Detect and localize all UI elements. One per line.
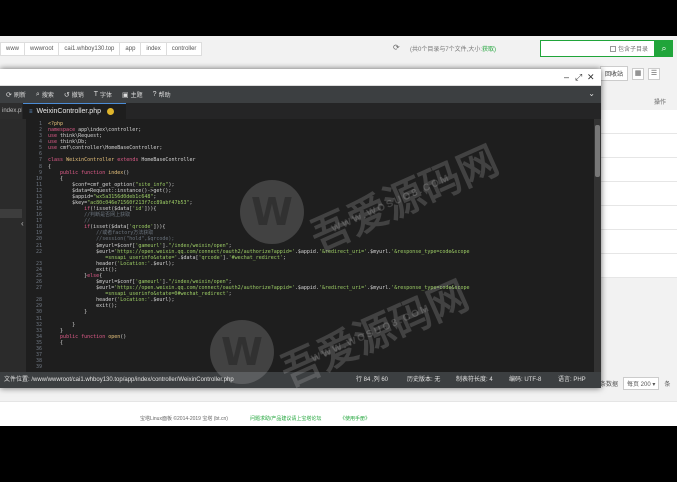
list-item[interactable] [0,155,22,164]
dialog-titlebar: – ⤢ ✕ [0,69,601,86]
code-editor[interactable]: 1 2 3 4 5 6 7 8 9 10 11 12 13 14 15 16 17 18 19 20 21 22 23 24 2… [26,119,594,372]
toolbar-search-button[interactable]: ⌕ 搜索 [35,90,54,100]
php-file-icon: ≡ [29,108,33,115]
online-editor-dialog: – ⤢ ✕ ⟳刷新⌕搜索↺撤销T字体▣主题?帮助 ⌄ index.php ≡ W… [0,69,601,388]
table-row[interactable] [600,110,677,134]
close-icon[interactable]: ✕ [587,71,595,83]
undo-icon: ↺ [63,91,70,99]
footer: 宝塔Linux面板 ©2014-2019 宝塔 (bt.cn) 问题求助/产品建… [0,401,677,426]
toolbar-help-button[interactable]: ? 帮助 [153,90,171,99]
tab-weixincontroller[interactable]: ≡ WeixinController.php [23,103,126,119]
list-item[interactable] [0,209,22,218]
toolbar-label: 刷新 [13,93,26,99]
list-item[interactable] [0,164,22,173]
tab-label: WeixinController.php [36,107,101,115]
manual-link[interactable]: 《使用手册》 [340,415,370,422]
theme-icon: ▣ [122,91,129,99]
maximize-icon[interactable]: ⤢ [575,71,582,83]
collapse-sidebar-icon[interactable]: ‹ [21,219,24,228]
dir-info: (共0个目录与7个文件,大小:获取) [410,47,497,53]
recycle-bin-button[interactable]: 回收站 [600,66,629,81]
include-subdir-checkbox[interactable]: 包含子目录 [609,44,648,53]
refresh-icon: ⟳ [6,91,12,99]
toolbar-label: 搜索 [41,93,54,99]
status-bar: 文件位置: /www/wwwroot/cai1.whboy130.top/app… [0,372,601,388]
refresh-icon[interactable]: ⟳ [393,43,400,52]
status-path: 文件位置: /www/wwwroot/cai1.whboy130.top/app… [4,377,234,383]
pagination: 条数据 每页 200 ▾ 条 [600,377,670,390]
list-item[interactable] [0,191,22,200]
line-numbers: 1 2 3 4 5 6 7 8 9 10 11 12 13 14 15 16 17 18 19 20 21 22 23 24 2… [35,121,42,371]
tab-index[interactable]: index.php [0,103,22,119]
list-item[interactable] [0,182,22,191]
breadcrumb-item[interactable]: app [120,42,142,56]
status-language[interactable]: 语言: PHP [558,372,586,388]
list-item[interactable] [0,128,22,137]
screen: www wwwroot cai1.whboy130.top app index contr… [0,0,677,482]
file-table [600,110,677,278]
table-row[interactable] [600,230,677,254]
column-header-ops: 操作 [654,100,667,106]
table-row[interactable] [600,134,677,158]
table-row[interactable] [600,158,677,182]
breadcrumb[interactable]: www wwwroot cai1.whboy130.top app index contr… [0,40,203,58]
list-item[interactable] [0,119,22,128]
editor-toolbar: ⟳ 刷新 ⌕ 搜索 ↺ 撤销 T 字体 ▣ 主题? 帮助 [0,86,601,103]
toolbar-theme-button[interactable]: ▣ 主题 [122,90,143,100]
help-icon: ? [152,91,157,98]
toolbar-label: 字体 [100,93,113,99]
toolbar-label: 帮助 [158,93,171,99]
toolbar-label: 撤销 [71,93,84,99]
scrollbar[interactable] [594,119,601,372]
forum-link[interactable]: 问题求助/产品建议请上宝塔论坛 [250,415,321,422]
letterbox-bottom [0,426,677,482]
minimize-icon[interactable]: – [564,71,569,83]
get-size-link[interactable]: 获取) [482,47,496,53]
tab-bar: index.php ≡ WeixinController.php [0,103,601,119]
breadcrumb-item[interactable]: cai1.whboy130.top [59,42,121,56]
list-view-icon[interactable]: ☰ [648,67,661,80]
breadcrumb-item[interactable]: wwwroot [25,42,60,56]
toolbar-refresh-button[interactable]: ⟳ 刷新 [6,90,26,100]
toolbar-undo-button[interactable]: ↺ 撤销 [63,90,84,100]
breadcrumb-item[interactable]: www [0,42,25,56]
grid-view-icon[interactable]: ▦ [632,67,645,80]
list-item[interactable] [0,137,22,146]
letterbox-top [0,0,677,36]
status-position: 行 84 ,列 60 [356,377,389,383]
status-encoding[interactable]: 编码: UTF-8 [509,372,541,388]
list-item[interactable] [0,173,22,182]
toolbar-font-button[interactable]: T 字体 [94,90,112,99]
table-row[interactable] [600,182,677,206]
status-history: 历史版本: 无 [407,377,441,383]
list-item[interactable] [0,146,22,155]
unsaved-indicator-icon [106,108,114,115]
search-icon: ⌕ [35,90,40,98]
file-tree-sidebar [0,119,22,372]
per-page-select[interactable]: 每页 200 ▾ [623,377,660,390]
search-button[interactable]: ⌕ [655,40,673,57]
breadcrumb-item[interactable]: index [141,42,167,56]
font-icon: T [93,91,98,98]
table-row[interactable] [600,206,677,230]
breadcrumb-item[interactable]: controller [166,42,203,56]
table-row[interactable] [600,254,677,278]
status-tab-size[interactable]: 制表符长度: 4 [456,372,493,388]
search-input[interactable]: 包含子目录 [540,40,655,57]
copyright: 宝塔Linux面板 ©2014-2019 宝塔 (bt.cn) [140,416,228,422]
code-content: <?php namespace app\index\controller; us… [48,121,470,346]
toolbar-label: 主题 [130,93,143,99]
list-item[interactable] [0,200,22,209]
chevron-down-icon[interactable]: ⌄ [588,89,595,98]
